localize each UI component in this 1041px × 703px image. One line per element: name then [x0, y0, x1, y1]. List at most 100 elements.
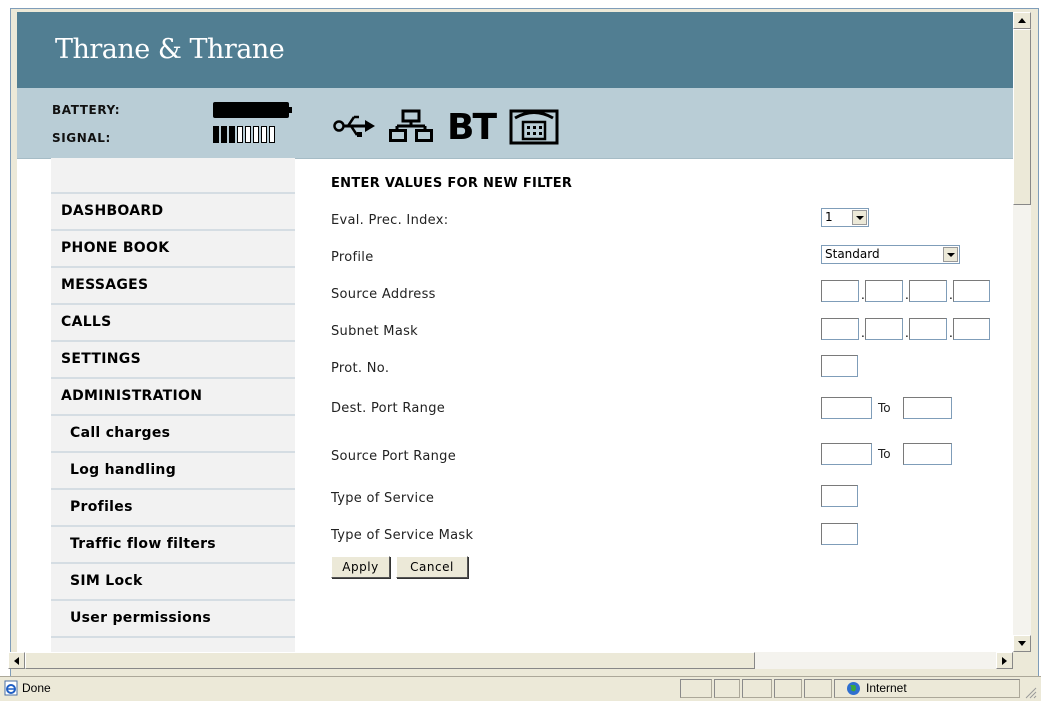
source-address-octet-1[interactable]	[821, 280, 859, 302]
battery-tip	[289, 107, 292, 113]
device-status-bar: BATTERY: SIGNAL: BT	[17, 88, 1013, 159]
subnet-mask-octet-4[interactable]	[953, 318, 990, 340]
sidebar-item-messages[interactable]: MESSAGES	[51, 266, 295, 301]
sidebar-item-label: Call charges	[70, 424, 171, 441]
sidebar-item-label: CALLS	[61, 313, 112, 330]
battery-icon	[213, 102, 289, 118]
sidebar-item-settings[interactable]: SETTINGS	[51, 340, 295, 375]
subnet-mask-label: Subnet Mask	[331, 324, 418, 339]
sidebar-item-label: MESSAGES	[61, 276, 149, 293]
lan-icon	[389, 109, 433, 147]
chevron-down-icon[interactable]	[852, 210, 867, 225]
sidebar-item-label: SETTINGS	[61, 350, 141, 367]
status-panel	[804, 679, 832, 698]
signal-bar	[269, 126, 275, 143]
phone-icon	[509, 107, 559, 149]
signal-bar	[253, 126, 259, 143]
subnet-mask-octet-3[interactable]	[909, 318, 947, 340]
source-address-octet-2[interactable]	[865, 280, 903, 302]
sidebar-item-sim-lock[interactable]: SIM Lock	[51, 562, 295, 597]
dest-port-from-input[interactable]	[821, 397, 872, 419]
subnet-mask-octet-2[interactable]	[865, 318, 903, 340]
sidebar-item-label: PHONE BOOK	[61, 239, 170, 256]
sidebar-item-label: Log handling	[70, 461, 177, 478]
signal-bar	[229, 126, 235, 143]
eval-prec-index-select[interactable]: 1	[821, 208, 869, 227]
form-title: ENTER VALUES FOR NEW FILTER	[331, 176, 573, 191]
profile-label: Profile	[331, 250, 374, 265]
battery-label: BATTERY:	[52, 103, 121, 117]
interface-icons: BT	[333, 108, 559, 148]
zone-panel	[834, 679, 1020, 698]
vertical-scrollbar[interactable]	[1013, 12, 1031, 652]
subnet-mask-octet-1[interactable]	[821, 318, 859, 340]
signal-strength-icon	[213, 126, 275, 143]
sidebar-divider	[51, 636, 295, 652]
sidebar-item-label: ADMINISTRATION	[61, 387, 203, 404]
sidebar-item-phone-book[interactable]: PHONE BOOK	[51, 229, 295, 264]
sidebar-item-label: Traffic flow filters	[70, 535, 216, 552]
sidebar-item-label: DASHBOARD	[61, 202, 164, 219]
scroll-up-icon[interactable]	[1013, 12, 1031, 29]
security-zone-text: Internet	[866, 681, 907, 695]
globe-icon	[846, 681, 861, 700]
sidebar-item-label: SIM Lock	[70, 572, 143, 589]
usb-icon	[333, 111, 375, 145]
signal-label: SIGNAL:	[52, 131, 111, 145]
status-text: Done	[22, 681, 51, 695]
source-address-octet-3[interactable]	[909, 280, 947, 302]
chevron-down-icon[interactable]	[943, 247, 958, 262]
scroll-right-icon[interactable]	[996, 652, 1013, 669]
type-of-service-mask-input[interactable]	[821, 523, 858, 545]
scroll-down-icon[interactable]	[1013, 635, 1031, 652]
cancel-button[interactable]: Cancel	[396, 556, 468, 578]
profile-value: Standard	[825, 247, 880, 261]
source-port-to-label: To	[878, 447, 891, 461]
header-banner: Thrane & Thrane	[17, 12, 1013, 88]
status-panel	[774, 679, 802, 698]
source-address-octet-4[interactable]	[953, 280, 990, 302]
prot-no-label: Prot. No.	[331, 361, 390, 376]
sidebar-item-label: Profiles	[70, 498, 133, 515]
browser-status-bar: Done Internet	[0, 676, 1041, 701]
scroll-left-icon[interactable]	[8, 652, 25, 669]
source-address-label: Source Address	[331, 287, 436, 302]
type-of-service-mask-label: Type of Service Mask	[331, 528, 474, 543]
signal-bar	[221, 126, 227, 143]
resize-grip-icon	[1024, 684, 1037, 703]
dest-port-to-label: To	[878, 401, 891, 415]
status-panel	[742, 679, 772, 698]
sidebar-nav: DASHBOARD PHONE BOOK MESSAGES CALLS SETTINGS…	[51, 158, 295, 652]
horizontal-scroll-thumb[interactable]	[25, 652, 755, 669]
signal-bar	[213, 126, 219, 143]
scroll-corner	[1013, 652, 1031, 669]
sidebar-item-calls[interactable]: CALLS	[51, 303, 295, 338]
horizontal-scrollbar[interactable]	[8, 652, 1013, 669]
signal-bar	[237, 126, 243, 143]
sidebar-item-log-handling[interactable]: Log handling	[51, 451, 295, 486]
sidebar-item-user-permissions[interactable]: User permissions	[51, 599, 295, 634]
apply-button[interactable]: Apply	[331, 556, 390, 578]
prot-no-input[interactable]	[821, 355, 858, 377]
signal-bar	[261, 126, 267, 143]
source-port-range-label: Source Port Range	[331, 449, 456, 464]
sidebar-item-call-charges[interactable]: Call charges	[51, 414, 295, 449]
source-port-to-input[interactable]	[903, 443, 952, 465]
sidebar-item-profiles[interactable]: Profiles	[51, 488, 295, 523]
source-port-from-input[interactable]	[821, 443, 872, 465]
sidebar-item-traffic-flow-filters[interactable]: Traffic flow filters	[51, 525, 295, 560]
eval-prec-index-label: Eval. Prec. Index:	[331, 213, 449, 228]
sidebar-item-administration[interactable]: ADMINISTRATION	[51, 377, 295, 412]
brand-logo: Thrane & Thrane	[55, 34, 285, 65]
type-of-service-label: Type of Service	[331, 491, 435, 506]
eval-prec-index-value: 1	[825, 210, 833, 224]
sidebar-item-dashboard[interactable]: DASHBOARD	[51, 192, 295, 227]
profile-select[interactable]: Standard	[821, 245, 960, 264]
page-viewport: Thrane & Thrane BATTERY: SIGNAL: BT DASH…	[17, 12, 1013, 652]
status-panel	[680, 679, 712, 698]
vertical-scroll-thumb[interactable]	[1013, 29, 1031, 205]
signal-bar	[245, 126, 251, 143]
dest-port-to-input[interactable]	[903, 397, 952, 419]
type-of-service-input[interactable]	[821, 485, 858, 507]
status-panel	[714, 679, 740, 698]
